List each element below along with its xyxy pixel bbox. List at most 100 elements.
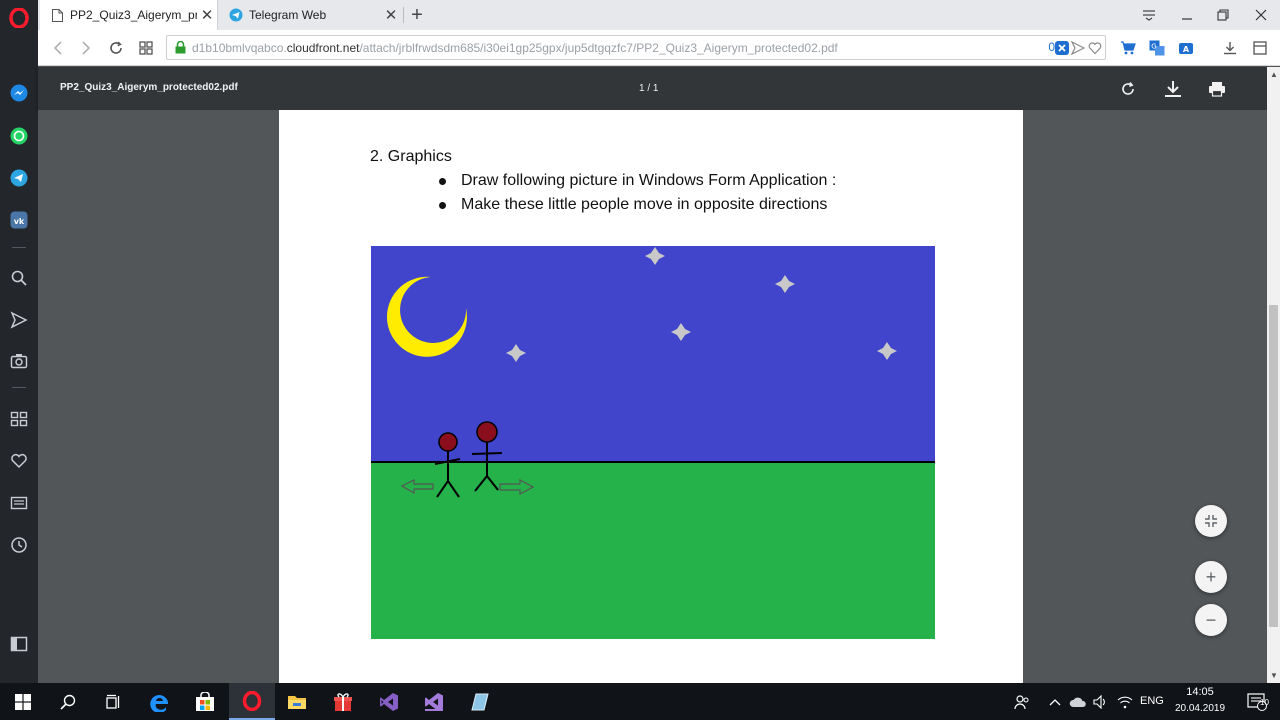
svg-text:A: A [1183, 45, 1190, 54]
print-icon[interactable] [1206, 78, 1228, 100]
opera-sidebar: vk [0, 0, 38, 683]
vk-icon[interactable]: vk [0, 206, 38, 234]
speed-dial-grid-icon[interactable] [0, 405, 38, 433]
people-icon[interactable] [1000, 683, 1044, 720]
head [476, 421, 498, 443]
bullet-dot [439, 177, 446, 185]
tab-title: Telegram Web [249, 8, 327, 22]
head [438, 432, 458, 452]
cart-extension-icon[interactable] [1119, 39, 1137, 57]
bullet-item: Draw following picture in Windows Form A… [439, 172, 836, 190]
svg-text:vk: vk [14, 217, 25, 226]
minimize-button[interactable] [1168, 0, 1206, 30]
telegram-icon[interactable] [0, 164, 38, 192]
url-path: /attach/jrblfrwdsdm685/i30ei1gp25gpx/jup… [359, 40, 838, 55]
telegram-icon [229, 8, 243, 22]
ad-block-icon[interactable] [1055, 41, 1069, 60]
close-tab-icon[interactable]: ✕ [381, 6, 401, 24]
show-hidden-icons-icon[interactable] [1044, 683, 1066, 720]
pdf-filename: PP2_Quiz3_Aigerym_protected02.pdf [60, 82, 238, 93]
notes-app-icon[interactable] [457, 683, 503, 720]
file-explorer-icon[interactable] [274, 683, 320, 720]
easy-setup-icon[interactable] [1251, 39, 1269, 57]
visual-studio-icon[interactable] [366, 683, 412, 720]
url-host: cloudfront.net [286, 40, 360, 55]
zoom-in-button[interactable]: + [1195, 561, 1227, 593]
notification-count: 10 [1260, 698, 1269, 707]
fit-to-page-icon [1205, 515, 1217, 527]
flow-send-icon[interactable] [0, 306, 38, 334]
volume-icon[interactable] [1090, 683, 1112, 720]
bullet-text: Make these little people move in opposit… [461, 196, 828, 213]
sidebar-separator [12, 247, 26, 248]
tab-menu-icon[interactable] [1130, 0, 1168, 30]
pdf-page: 2. Graphics Draw following picture in Wi… [279, 110, 1023, 683]
pdf-toolbar: PP2_Quiz3_Aigerym_protected02.pdf 1 / 1 [38, 67, 1267, 110]
address-bar: d1b10bmlvqabco.cloudfront.net/attach/jrb… [38, 30, 1280, 66]
tab-telegram[interactable]: Telegram Web ✕ [219, 0, 401, 30]
svg-text:G: G [1151, 43, 1156, 51]
grass [371, 463, 935, 639]
snapshot-camera-icon[interactable] [0, 347, 38, 375]
tab-separator [403, 7, 404, 23]
wifi-icon[interactable] [1114, 683, 1136, 720]
opera-logo-icon[interactable] [0, 4, 38, 32]
night-scene-picture [371, 246, 935, 639]
translate-a-extension-icon[interactable]: A [1177, 39, 1195, 57]
sidebar-toggle-icon[interactable] [0, 630, 38, 658]
zoom-out-button[interactable]: − [1195, 604, 1227, 636]
pdf-viewer[interactable]: 2. Graphics Draw following picture in Wi… [38, 110, 1267, 683]
sidebar-separator [12, 387, 26, 388]
taskbar-search-icon[interactable] [45, 683, 91, 720]
bullet-text: Draw following picture in Windows Form A… [461, 172, 837, 189]
close-tab-icon[interactable]: ✕ [197, 6, 217, 24]
whatsapp-icon[interactable] [0, 122, 38, 150]
clock-date[interactable]: 20.04.2019 [1171, 703, 1229, 714]
bookmark-heart-icon[interactable] [1088, 41, 1102, 60]
clock-time[interactable]: 14:05 [1175, 686, 1225, 698]
fit-to-page-button[interactable] [1195, 505, 1227, 537]
gift-app-icon[interactable] [320, 683, 366, 720]
ad-block-count: 0 [1048, 40, 1055, 54]
restore-button[interactable] [1204, 0, 1242, 30]
bullet-item: Make these little people move in opposit… [439, 196, 827, 214]
downloads-icon[interactable] [1221, 39, 1239, 57]
forward-icon[interactable] [74, 36, 98, 60]
visual-studio-project-icon[interactable] [411, 683, 457, 720]
search-icon[interactable] [0, 264, 38, 292]
close-window-button[interactable] [1242, 0, 1280, 30]
translate-extension-icon[interactable]: G [1148, 39, 1166, 57]
action-center-icon[interactable]: 10 [1234, 683, 1280, 720]
tab-pdf[interactable]: PP2_Quiz3_Aigerym_prote ✕ [40, 0, 218, 30]
vertical-scrollbar[interactable]: ▲ ▼ [1267, 67, 1280, 683]
scroll-up-arrow-icon[interactable]: ▲ [1270, 70, 1278, 79]
reload-icon[interactable] [104, 36, 128, 60]
page-indicator: 1 / 1 [639, 83, 659, 94]
store-icon[interactable] [182, 683, 228, 720]
back-icon[interactable] [46, 36, 70, 60]
tab-bar: PP2_Quiz3_Aigerym_prote ✕ Telegram Web ✕… [38, 0, 1280, 30]
language-indicator[interactable]: ENG [1140, 695, 1164, 707]
url-input[interactable]: d1b10bmlvqabco.cloudfront.net/attach/jrb… [166, 35, 1106, 60]
send-page-icon[interactable] [1070, 40, 1086, 60]
bookmarks-heart-icon[interactable] [0, 447, 38, 475]
history-clock-icon[interactable] [0, 531, 38, 559]
scroll-thumb[interactable] [1269, 305, 1278, 627]
url-prefix: d1b10bmlvqabco. [192, 40, 287, 55]
rotate-icon[interactable] [1117, 78, 1139, 100]
scroll-down-arrow-icon[interactable]: ▼ [1270, 671, 1278, 680]
windows-start-icon[interactable] [0, 683, 46, 720]
sky [371, 246, 935, 463]
opera-taskbar-icon[interactable] [229, 683, 275, 720]
messenger-icon[interactable] [0, 79, 38, 107]
document-icon [50, 8, 64, 22]
new-tab-button[interactable]: + [405, 3, 429, 27]
news-icon[interactable] [0, 489, 38, 517]
secure-lock-icon [175, 41, 186, 54]
task-view-icon[interactable] [90, 683, 136, 720]
speed-dial-icon[interactable] [134, 36, 158, 60]
edge-browser-icon[interactable] [137, 683, 183, 720]
windows-taskbar: ENG 14:05 20.04.2019 10 [0, 683, 1280, 720]
download-icon[interactable] [1162, 78, 1184, 100]
onedrive-cloud-icon[interactable] [1066, 683, 1090, 720]
